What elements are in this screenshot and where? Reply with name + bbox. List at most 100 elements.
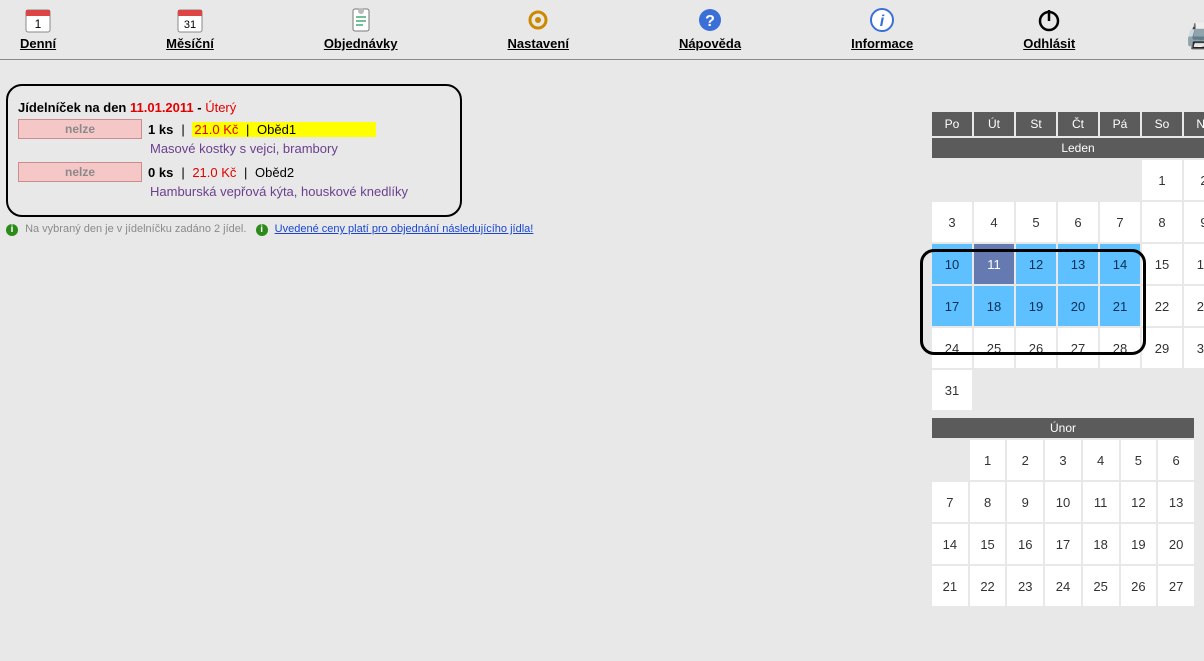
calendar-day[interactable]: 5: [1120, 439, 1158, 481]
svg-text:31: 31: [184, 19, 196, 31]
info-text-grey: Na vybraný den je v jídelníčku zadáno 2 …: [25, 223, 246, 235]
calendar-day[interactable]: 7: [931, 481, 969, 523]
calendar-day[interactable]: 11: [973, 243, 1015, 285]
order-disabled-button[interactable]: nelze: [18, 162, 142, 182]
calendar-day[interactable]: 25: [1082, 565, 1120, 607]
calendar-day[interactable]: 11: [1082, 481, 1120, 523]
calendar-day[interactable]: 8: [969, 481, 1007, 523]
calendar-day[interactable]: 5: [1015, 201, 1057, 243]
calendar-day[interactable]: 19: [1015, 285, 1057, 327]
calendar-day[interactable]: 17: [1044, 523, 1082, 565]
title-dash: -: [194, 100, 206, 115]
order-disabled-button[interactable]: nelze: [18, 119, 142, 139]
calendar-day[interactable]: 29: [1141, 327, 1183, 369]
help-icon: ?: [694, 6, 726, 34]
calendar-day[interactable]: 3: [931, 201, 973, 243]
calendar-dow: So: [1141, 111, 1183, 137]
svg-text:i: i: [880, 13, 885, 30]
calendar-day[interactable]: 12: [1015, 243, 1057, 285]
calendar-day[interactable]: 27: [1057, 327, 1099, 369]
menu-title: Jídelníček na den 11.01.2011 - Úterý: [18, 100, 450, 115]
meal-qty: 1 ks: [148, 122, 173, 137]
nav-label: Měsíční: [166, 36, 214, 51]
nav-orders[interactable]: Objednávky: [324, 6, 398, 51]
calendar-day[interactable]: 28: [1099, 327, 1141, 369]
calendar-month: PoÚtStČtPáSoNeLeden123456789101112131415…: [930, 110, 1204, 412]
calendar-day[interactable]: 13: [1057, 243, 1099, 285]
calendar-day[interactable]: 14: [1099, 243, 1141, 285]
calendar-day[interactable]: 26: [1120, 565, 1158, 607]
meal-description: Masové kostky s vejci, brambory: [150, 141, 450, 156]
calendar-day[interactable]: 16: [1183, 243, 1204, 285]
calendar-day[interactable]: 23: [1006, 565, 1044, 607]
meal-row: nelze0 ks| 21.0 Kč | Oběd2: [18, 162, 450, 182]
nav-monthly[interactable]: 31 Měsíční: [166, 6, 214, 51]
calendar-day[interactable]: 31: [931, 369, 973, 411]
calendar-day[interactable]: 26: [1015, 327, 1057, 369]
calendar-day[interactable]: 3: [1044, 439, 1082, 481]
calendar-day[interactable]: 19: [1120, 523, 1158, 565]
calendar-day[interactable]: 14: [931, 523, 969, 565]
title-day: Úterý: [205, 100, 236, 115]
calendar-day[interactable]: 24: [1044, 565, 1082, 607]
print-icon[interactable]: 🖨️: [1185, 20, 1204, 51]
nav-label: Objednávky: [324, 36, 398, 51]
calendar-day[interactable]: 21: [931, 565, 969, 607]
meal-row: nelze1 ks| 21.0 Kč | Oběd1: [18, 119, 450, 139]
calendar-day[interactable]: 6: [1157, 439, 1195, 481]
calendar-day[interactable]: 7: [1099, 201, 1141, 243]
nav-logout[interactable]: Odhlásit: [1023, 6, 1075, 51]
info-badge-icon: i: [6, 224, 18, 236]
meal-name: Oběd2: [255, 165, 294, 180]
calendar-day[interactable]: 8: [1141, 201, 1183, 243]
nav-daily[interactable]: 1 Denní: [20, 6, 56, 51]
calendar-day[interactable]: 18: [973, 285, 1015, 327]
calendar-day[interactable]: 20: [1157, 523, 1195, 565]
calendar-day[interactable]: 20: [1057, 285, 1099, 327]
calendar-day[interactable]: 30: [1183, 327, 1204, 369]
calendar-day[interactable]: 25: [973, 327, 1015, 369]
calendar-day[interactable]: 4: [973, 201, 1015, 243]
calendar-dow: Ne: [1183, 111, 1204, 137]
calendar-day[interactable]: 10: [931, 243, 973, 285]
gear-icon: [522, 6, 554, 34]
calendar-day[interactable]: 18: [1082, 523, 1120, 565]
meal-price: 21.0 Kč: [192, 165, 236, 180]
calendar-day-icon: 1: [22, 6, 54, 34]
calendar-day[interactable]: 22: [1141, 285, 1183, 327]
calendar-day[interactable]: 2: [1006, 439, 1044, 481]
calendar-day[interactable]: 21: [1099, 285, 1141, 327]
calendar-day[interactable]: 22: [969, 565, 1007, 607]
calendar-month-name: Leden: [931, 137, 1204, 159]
icon-num: 1: [35, 17, 42, 31]
calendar-day[interactable]: 15: [969, 523, 1007, 565]
calendar-day[interactable]: 24: [931, 327, 973, 369]
nav-settings[interactable]: Nastavení: [508, 6, 569, 51]
calendar-day[interactable]: 16: [1006, 523, 1044, 565]
calendar-day[interactable]: 1: [1141, 159, 1183, 201]
info-text-link[interactable]: Uvedené ceny platí pro objednání následu…: [275, 223, 534, 235]
calendar-day[interactable]: 1: [969, 439, 1007, 481]
title-date: 11.01.2011: [130, 100, 194, 115]
calendar-day[interactable]: 12: [1120, 481, 1158, 523]
nav-label: Informace: [851, 36, 913, 51]
nav-label: Denní: [20, 36, 56, 51]
calendar-day[interactable]: 15: [1141, 243, 1183, 285]
nav-help[interactable]: ? Nápověda: [679, 6, 741, 51]
calendar-day[interactable]: 9: [1006, 481, 1044, 523]
calendar-day[interactable]: 9: [1183, 201, 1204, 243]
calendar-day[interactable]: 23: [1183, 285, 1204, 327]
calendar-day[interactable]: 17: [931, 285, 973, 327]
calendar-day[interactable]: 4: [1082, 439, 1120, 481]
calendar-day[interactable]: 27: [1157, 565, 1195, 607]
svg-text:?: ?: [705, 13, 715, 30]
calendar-day[interactable]: 13: [1157, 481, 1195, 523]
calendar-day[interactable]: 10: [1044, 481, 1082, 523]
clipboard-icon: [345, 6, 377, 34]
calendar-month: Únor123456789101112131415161718192021222…: [930, 416, 1196, 608]
nav-info[interactable]: i Informace: [851, 6, 913, 51]
calendar-day[interactable]: 2: [1183, 159, 1204, 201]
calendar-day[interactable]: 6: [1057, 201, 1099, 243]
menu-card: Jídelníček na den 11.01.2011 - Úterý nel…: [6, 84, 462, 217]
calendar-dow: Po: [931, 111, 973, 137]
